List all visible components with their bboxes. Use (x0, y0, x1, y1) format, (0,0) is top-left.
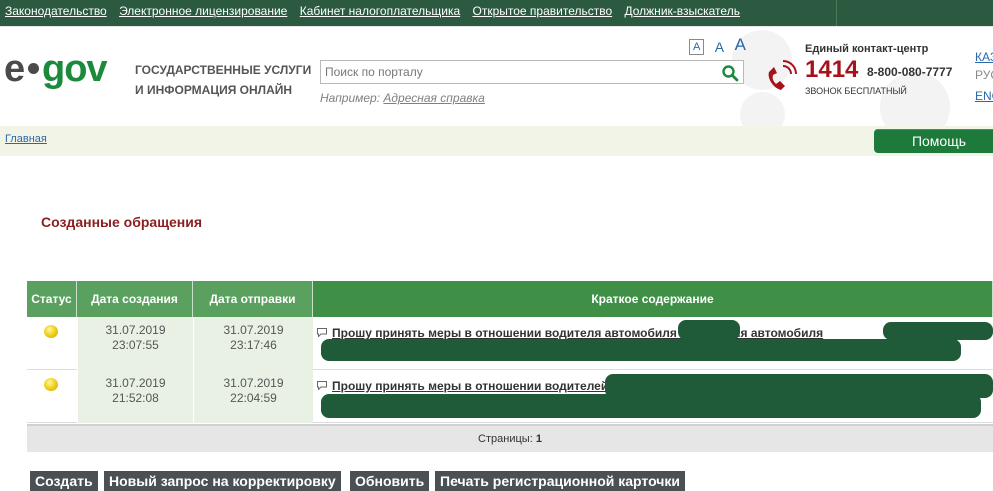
summary-cell: Прошу принять меры в отношении водителей (313, 370, 993, 423)
top-nav-divider (836, 0, 837, 26)
logo-dot-icon (28, 63, 39, 74)
sent-date: 31.07.2019 (223, 323, 284, 337)
sent-date-cell: 31.07.2019 23:17:46 (193, 317, 313, 370)
column-header-status[interactable]: Статус (27, 281, 77, 317)
breadcrumb-home-link[interactable]: Главная (5, 133, 47, 145)
new-correction-request-button[interactable]: Новый запрос на корректировку (104, 471, 341, 491)
search-example-label: Например: (320, 91, 381, 105)
column-header-sent[interactable]: Дата отправки (193, 281, 313, 317)
phone-icon (768, 60, 797, 90)
sent-time: 22:04:59 (230, 391, 277, 405)
contact-phone-number: 8-800-080-7777 (867, 65, 953, 79)
search-box (320, 60, 744, 84)
created-date-cell: 31.07.2019 21:52:08 (77, 370, 193, 423)
table-row[interactable]: 31.07.2019 23:07:55 31.07.2019 23:17:46 … (27, 317, 993, 370)
sent-time: 23:17:46 (230, 338, 277, 352)
created-date-cell: 31.07.2019 23:07:55 (77, 317, 193, 370)
status-cell (27, 370, 77, 423)
logo-tagline-line1: ГОСУДАРСТВЕННЫЕ УСЛУГИ (135, 63, 312, 77)
summary-cell: Прошу принять меры в отношении водителя … (313, 317, 993, 370)
appeals-table-header: Статус Дата создания Дата отправки Кратк… (27, 281, 993, 317)
search-input[interactable] (325, 64, 710, 80)
status-dot-icon (44, 378, 58, 391)
top-nav-link-open-government[interactable]: Открытое правительство (472, 4, 612, 18)
status-cell (27, 317, 77, 370)
message-icon (317, 381, 327, 390)
table-row[interactable]: 31.07.2019 21:52:08 31.07.2019 22:04:59 … (27, 370, 993, 423)
create-button[interactable]: Создать (30, 471, 98, 491)
created-date: 31.07.2019 (105, 323, 166, 337)
message-icon (317, 328, 327, 337)
language-ru-current: РУС (975, 68, 993, 82)
search-icon[interactable] (721, 64, 739, 82)
logo-word-gov[interactable]: gov (42, 50, 108, 88)
pagination-page-1[interactable]: 1 (536, 433, 542, 445)
top-nav-link-debtor[interactable]: Должник-взыскатель (624, 4, 739, 18)
font-size-medium-button[interactable]: A (715, 39, 724, 55)
logo-tagline-line2: И ИНФОРМАЦИЯ ОНЛАЙН (135, 83, 293, 97)
redaction-mark (883, 322, 993, 340)
logo-letter-e[interactable]: e (4, 50, 25, 88)
top-nav-links: Законодательство Электронное лицензирова… (5, 4, 749, 18)
top-nav-link-taxpayer-cabinet[interactable]: Кабинет налогоплательщика (300, 4, 460, 18)
top-nav-link-legislation[interactable]: Законодательство (5, 4, 107, 18)
font-size-switcher: A A A (689, 35, 752, 55)
column-header-created[interactable]: Дата создания (77, 281, 193, 317)
language-kz-link[interactable]: КАЗ (975, 50, 993, 64)
contact-free-call-note: ЗВОНОК БЕСПЛАТНЫЙ (805, 86, 907, 96)
contact-center-title: Единый контакт-центр (805, 43, 929, 55)
created-date: 31.07.2019 (105, 376, 166, 390)
redaction-mark (321, 339, 961, 361)
created-time: 23:07:55 (112, 338, 159, 352)
font-size-large-button[interactable]: A (735, 35, 746, 55)
top-nav-link-licensing[interactable]: Электронное лицензирование (119, 4, 287, 18)
appeal-summary-link[interactable]: Прошу принять меры в отношении водителя … (332, 326, 823, 340)
status-dot-icon (44, 325, 58, 338)
print-registration-card-button[interactable]: Печать регистрационной карточки (435, 471, 686, 491)
search-example: Например: Адресная справка (320, 91, 485, 105)
font-size-small-button[interactable]: A (689, 39, 705, 55)
logo-tagline: ГОСУДАРСТВЕННЫЕ УСЛУГИ И ИНФОРМАЦИЯ ОНЛА… (135, 60, 320, 100)
sent-date: 31.07.2019 (223, 376, 284, 390)
contact-short-number: 1414 (805, 56, 859, 83)
redaction-mark (321, 394, 981, 418)
redaction-mark (678, 320, 740, 340)
pagination-label: Страницы: (478, 433, 533, 445)
language-en-link[interactable]: ENG (975, 89, 993, 103)
column-header-summary[interactable]: Краткое содержание (313, 281, 993, 317)
appeal-summary-link[interactable]: Прошу принять меры в отношении водителей (332, 379, 608, 393)
breadcrumb-bar (0, 126, 993, 156)
search-example-link[interactable]: Адресная справка (383, 91, 484, 105)
help-button[interactable]: Помощь (874, 129, 993, 153)
created-time: 21:52:08 (112, 391, 159, 405)
page-title: Созданные обращения (41, 214, 203, 230)
table-pagination: Страницы: 1 (27, 424, 993, 452)
sent-date-cell: 31.07.2019 22:04:59 (193, 370, 313, 423)
refresh-button[interactable]: Обновить (350, 471, 430, 491)
